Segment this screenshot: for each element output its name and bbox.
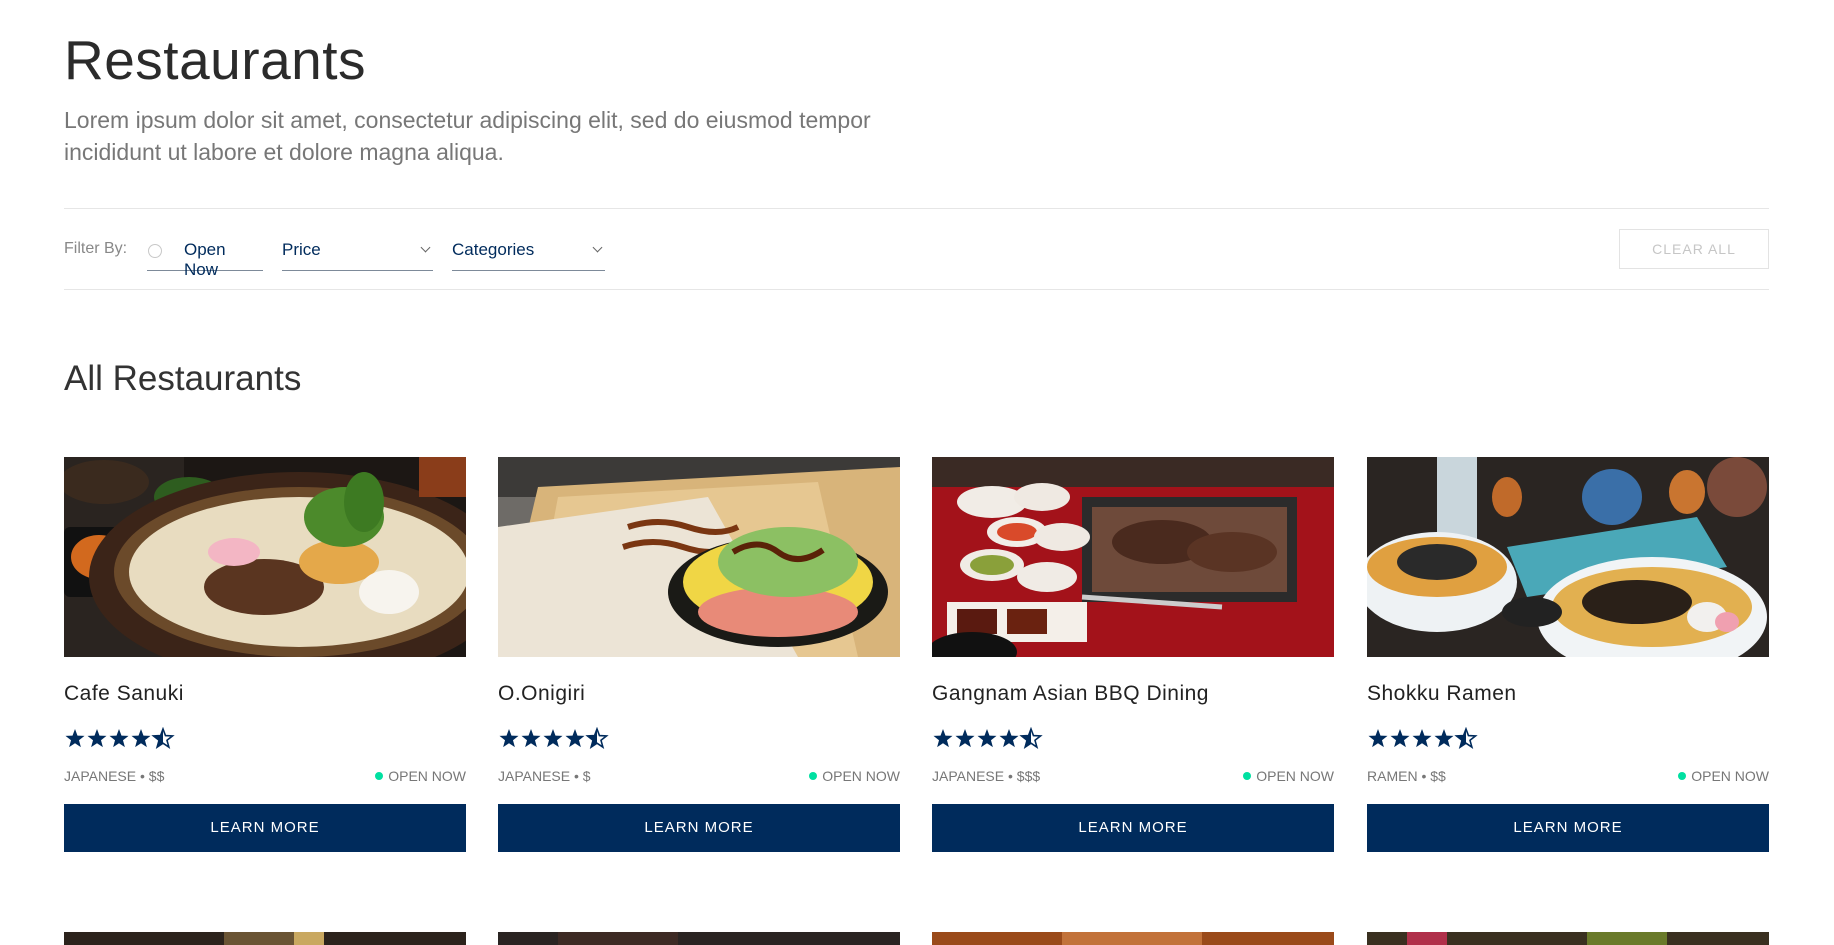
star-icon (565, 729, 585, 748)
open-status: OPEN NOW (1678, 768, 1769, 784)
restaurant-card: O.Onigiri JAPANESE • $ OPEN NOW LEARN MO… (498, 457, 900, 852)
restaurant-photo-partial (64, 932, 466, 945)
chevron-down-icon (420, 242, 431, 253)
star-rating (498, 726, 618, 751)
open-status: OPEN NOW (375, 768, 466, 784)
open-dot-icon (1243, 772, 1252, 780)
star-icon (977, 729, 997, 748)
star-rating (1367, 726, 1487, 751)
learn-more-button[interactable]: LEARN MORE (1367, 804, 1769, 852)
restaurant-meta: JAPANESE • $$$ (932, 768, 1041, 784)
price-select-label: Price (282, 240, 321, 259)
restaurant-name[interactable]: Shokku Ramen (1367, 682, 1517, 706)
categories-select[interactable]: Categories (452, 231, 605, 271)
restaurant-meta: JAPANESE • $ (498, 768, 591, 784)
page-description: Lorem ipsum dolor sit amet, consectetur … (64, 107, 871, 165)
radio-icon[interactable] (148, 244, 162, 258)
section-title: All Restaurants (64, 359, 302, 398)
open-status-label: OPEN NOW (1256, 768, 1334, 784)
star-icon (109, 729, 129, 748)
filter-label: Filter By: (64, 240, 128, 257)
chevron-down-icon (592, 242, 603, 253)
open-status: OPEN NOW (809, 768, 900, 784)
star-icon (1019, 726, 1043, 749)
open-status: OPEN NOW (1243, 768, 1334, 784)
learn-more-button[interactable]: LEARN MORE (498, 804, 900, 852)
open-dot-icon (1678, 772, 1687, 780)
open-dot-icon (375, 772, 384, 780)
star-icon (65, 729, 85, 748)
price-select[interactable]: Price (282, 231, 433, 271)
learn-more-button[interactable]: LEARN MORE (64, 804, 466, 852)
filter-bar: Filter By: Open Now Price Categories CLE… (64, 209, 1769, 289)
star-icon (499, 729, 519, 748)
restaurant-name[interactable]: O.Onigiri (498, 682, 585, 706)
restaurant-photo[interactable] (498, 457, 900, 657)
open-status-label: OPEN NOW (1691, 768, 1769, 784)
restaurant-name[interactable]: Gangnam Asian BBQ Dining (932, 682, 1209, 706)
restaurant-photo[interactable] (64, 457, 466, 657)
restaurant-card: Shokku Ramen RAMEN • $$ OPEN NOW LEARN M… (1367, 457, 1769, 852)
divider-bottom (64, 289, 1769, 290)
restaurant-photo[interactable] (932, 457, 1334, 657)
restaurant-meta: RAMEN • $$ (1367, 768, 1446, 784)
open-status-label: OPEN NOW (822, 768, 900, 784)
star-rating (64, 726, 184, 751)
page: Restaurants Lorem ipsum dolor sit amet, … (0, 0, 1834, 945)
restaurant-photo-partial (1367, 932, 1769, 945)
categories-select-label: Categories (452, 240, 535, 259)
star-icon (543, 729, 563, 748)
star-icon (933, 729, 953, 748)
restaurant-meta: JAPANESE • $$ (64, 768, 165, 784)
star-rating (932, 726, 1052, 751)
star-icon (87, 729, 107, 748)
restaurant-photo[interactable] (1367, 457, 1769, 657)
restaurant-card: Gangnam Asian BBQ Dining JAPANESE • $$$ … (932, 457, 1334, 852)
open-status-label: OPEN NOW (388, 768, 466, 784)
restaurant-card: Cafe Sanuki JAPANESE • $$ OPEN NOW LEARN… (64, 457, 466, 852)
clear-all-button[interactable]: CLEAR ALL (1619, 229, 1769, 269)
star-icon (955, 729, 975, 748)
star-icon (999, 729, 1019, 748)
restaurant-photo-partial (498, 932, 900, 945)
page-title: Restaurants (64, 29, 367, 91)
star-icon (131, 729, 151, 748)
star-icon (521, 729, 541, 748)
star-icon (585, 726, 609, 749)
star-icon (1412, 729, 1432, 748)
star-icon (1454, 726, 1478, 749)
open-now-filter[interactable]: Open Now (147, 231, 263, 279)
restaurant-photo-partial (932, 932, 1334, 945)
star-icon (1390, 729, 1410, 748)
learn-more-button[interactable]: LEARN MORE (932, 804, 1334, 852)
restaurant-name[interactable]: Cafe Sanuki (64, 682, 184, 706)
star-icon (1434, 729, 1454, 748)
star-icon (1368, 729, 1388, 748)
star-icon (151, 726, 175, 749)
open-now-label: Open Now (184, 240, 226, 279)
open-dot-icon (809, 772, 818, 780)
